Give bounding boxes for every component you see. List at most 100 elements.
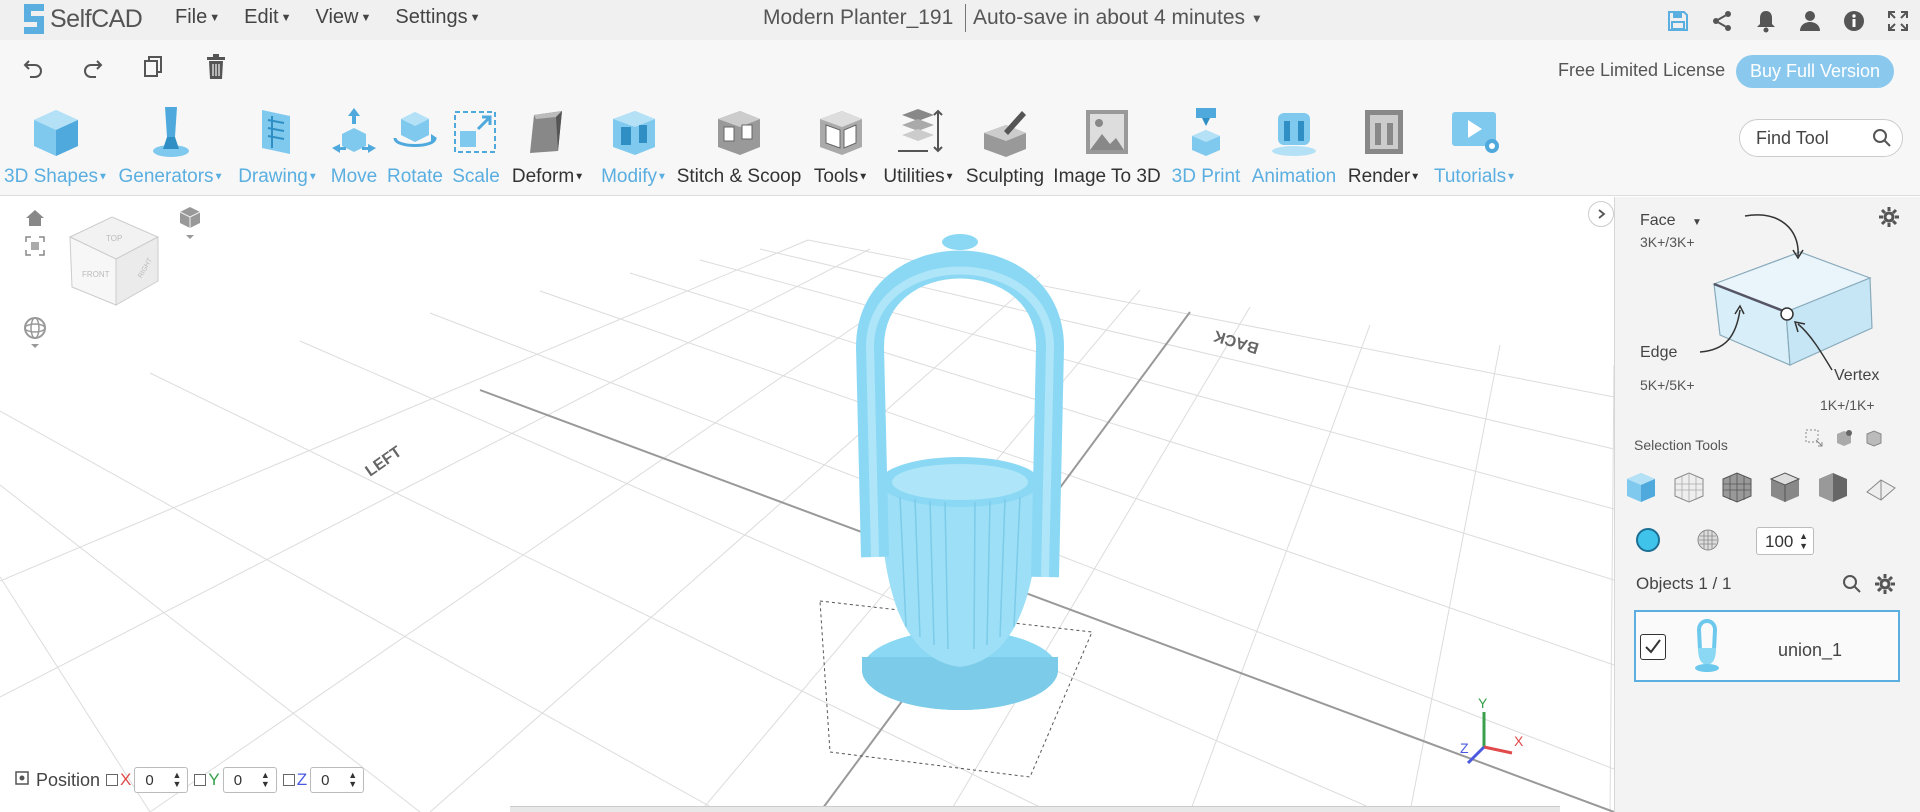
- tool-drawing[interactable]: Drawing▼: [234, 104, 322, 188]
- opacity-value: 100: [1765, 532, 1794, 551]
- opacity-input[interactable]: 100 ▲ ▼: [1756, 527, 1814, 555]
- tool-sculpting-label: Sculpting: [965, 166, 1045, 187]
- orbit-view-icon[interactable]: [22, 315, 48, 356]
- tool-utilities[interactable]: Utilities▼: [878, 104, 960, 188]
- share-icon[interactable]: [1700, 6, 1744, 36]
- wireframe-mode-icon[interactable]: [1672, 470, 1706, 509]
- spinner-icon[interactable]: ▲ ▼: [1799, 531, 1808, 551]
- 3d-viewport[interactable]: LEFT BACK Y X Z TOP FRONT RIGHT: [0, 197, 1614, 812]
- object-name: union_1: [1778, 640, 1843, 660]
- position-y-checkbox[interactable]: [194, 774, 207, 786]
- tool-3d-shapes[interactable]: 3D Shapes▼: [4, 104, 108, 188]
- position-x-input[interactable]: 0 ▲ ▼: [134, 767, 189, 793]
- chevron-down-icon: ▼: [280, 11, 292, 24]
- document-title[interactable]: Modern Planter_191: [763, 6, 953, 30]
- trash-icon[interactable]: [199, 50, 233, 84]
- tool-sculpting[interactable]: Sculpting: [962, 104, 1048, 188]
- planter-model[interactable]: [855, 234, 1065, 710]
- position-z-checkbox[interactable]: [282, 774, 295, 786]
- menu-edit[interactable]: Edit ▼: [244, 6, 315, 29]
- box-select-icon[interactable]: [1804, 428, 1824, 453]
- menu-file[interactable]: File ▼: [175, 6, 244, 29]
- fit-view-icon[interactable]: [24, 235, 46, 262]
- menu-settings[interactable]: Settings ▼: [395, 6, 504, 29]
- title-divider: [965, 4, 966, 32]
- selfcad-logo[interactable]: SelfCAD: [20, 2, 143, 36]
- menu-view[interactable]: View ▼: [315, 6, 395, 29]
- position-x-checkbox[interactable]: [106, 774, 119, 786]
- logo-text: SelfCAD: [50, 4, 143, 33]
- move-icon: [326, 104, 382, 160]
- bell-icon[interactable]: [1744, 6, 1788, 36]
- info-icon[interactable]: [1832, 6, 1876, 36]
- position-z-input[interactable]: 0 ▲ ▼: [310, 767, 365, 793]
- chevron-down-icon: ▼: [1250, 11, 1263, 26]
- edge-mode-label[interactable]: Edge: [1640, 344, 1677, 362]
- tool-render[interactable]: Render▼: [1344, 104, 1424, 188]
- solid-mode-icon[interactable]: [1768, 470, 1802, 509]
- tool-image-to-3d[interactable]: Image To 3D: [1050, 104, 1164, 188]
- paint-select-icon[interactable]: [1834, 428, 1854, 453]
- bottom-tool-strip: [510, 806, 1560, 812]
- undo-icon[interactable]: [16, 50, 50, 84]
- animation-icon: [1246, 104, 1342, 160]
- save-icon[interactable]: [1656, 6, 1700, 36]
- camera-projection-icon[interactable]: [176, 205, 204, 246]
- tool-drawing-label: Drawing▼: [238, 166, 318, 187]
- tool-rotate[interactable]: Rotate: [384, 104, 446, 188]
- tool-tools-label: Tools▼: [813, 166, 869, 187]
- position-label: Position: [36, 769, 101, 790]
- drawing-icon: [234, 104, 322, 160]
- position-z-label: Z: [296, 770, 308, 789]
- axis-z-label: Z: [1460, 740, 1469, 756]
- search-icon[interactable]: [1872, 128, 1892, 153]
- 3d-print-icon: [1166, 104, 1246, 160]
- tool-move[interactable]: Move: [326, 104, 382, 188]
- tool-scale[interactable]: Scale: [448, 104, 504, 188]
- tool-generators[interactable]: Generators▼: [116, 104, 226, 188]
- position-y-label: Y: [208, 770, 220, 789]
- shaded-mode-icon[interactable]: [1816, 470, 1850, 509]
- object-color-swatch[interactable]: [1636, 528, 1660, 552]
- tool-3d-print[interactable]: 3D Print: [1166, 104, 1246, 188]
- object-visibility-checkbox[interactable]: [1640, 634, 1666, 660]
- spinner-icon: ▲ ▼: [172, 770, 182, 789]
- checkmark-icon: [1645, 639, 1661, 654]
- find-tool-search[interactable]: [1739, 119, 1903, 157]
- vertex-mode-label[interactable]: Vertex: [1834, 367, 1879, 385]
- autosave-status[interactable]: Auto-save in about 4 minutes ▼: [973, 6, 1263, 30]
- copy-icon[interactable]: [136, 50, 170, 84]
- view-cube[interactable]: TOP FRONT RIGHT: [68, 216, 160, 306]
- tool-deform[interactable]: Deform▼: [507, 104, 589, 188]
- volume-select-icon[interactable]: [1864, 428, 1884, 453]
- tool-tutorials[interactable]: Tutorials▼: [1430, 104, 1520, 188]
- object-mode-icon[interactable]: [1624, 470, 1658, 509]
- chevron-down-icon: ▼: [360, 11, 372, 24]
- plane-mode-icon[interactable]: [1864, 470, 1898, 509]
- modify-icon: [594, 104, 674, 160]
- panel-collapse-button[interactable]: [1588, 201, 1614, 227]
- chevron-down-icon: ▼: [209, 11, 221, 24]
- find-tool-input[interactable]: [1756, 128, 1868, 149]
- position-x-label: X: [120, 770, 132, 789]
- menu-settings-label: Settings: [395, 6, 468, 28]
- tool-modify[interactable]: Modify▼: [594, 104, 674, 188]
- object-list-item[interactable]: [1634, 610, 1900, 682]
- position-y-input[interactable]: 0 ▲ ▼: [222, 767, 277, 793]
- scene-canvas[interactable]: LEFT BACK Y X Z TOP FRONT RIGHT: [0, 197, 1614, 812]
- tool-image-to-3d-label: Image To 3D: [1053, 166, 1161, 187]
- gear-icon[interactable]: [1874, 573, 1896, 600]
- search-icon[interactable]: [1842, 574, 1862, 599]
- fullscreen-icon[interactable]: [1876, 6, 1920, 36]
- tool-tools[interactable]: Tools▼: [806, 104, 876, 188]
- tool-stitch-scoop-label: Stitch & Scoop: [676, 166, 802, 187]
- buy-full-version-button[interactable]: Buy Full Version: [1736, 55, 1894, 88]
- home-view-icon[interactable]: [24, 207, 46, 234]
- user-icon[interactable]: [1788, 6, 1832, 36]
- tool-stitch-scoop[interactable]: Stitch & Scoop: [676, 104, 802, 188]
- mesh-mode-icon[interactable]: [1720, 470, 1754, 509]
- tool-animation[interactable]: Animation: [1246, 104, 1342, 188]
- texture-icon[interactable]: [1696, 528, 1720, 557]
- redo-icon[interactable]: [76, 50, 110, 84]
- tool-move-label: Move: [330, 166, 378, 187]
